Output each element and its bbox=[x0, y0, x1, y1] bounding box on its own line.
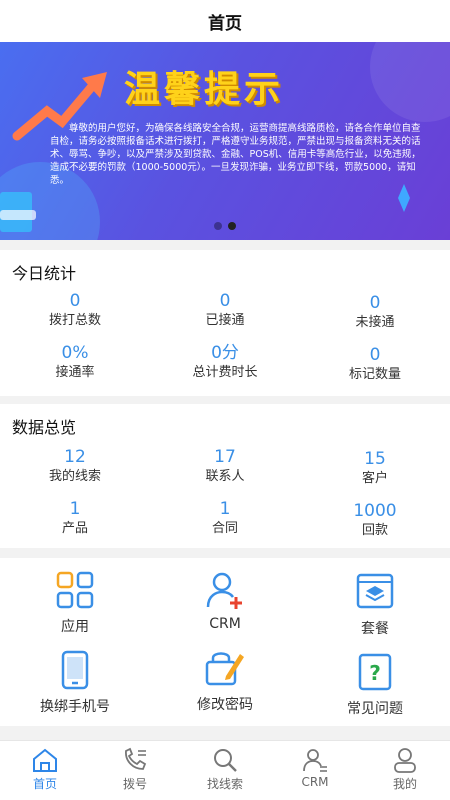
grid-item-apps[interactable]: 应用 bbox=[0, 570, 150, 636]
profile-icon bbox=[394, 748, 416, 773]
banner-pagination[interactable] bbox=[214, 222, 236, 230]
search-icon bbox=[214, 749, 237, 772]
stat-contacts[interactable]: 17 联系人 bbox=[150, 446, 300, 486]
rocket-icon bbox=[398, 184, 410, 212]
coin-stack-icon bbox=[0, 192, 36, 232]
stat-label: 已接通 bbox=[205, 313, 245, 328]
grid-label: 套餐 bbox=[361, 621, 389, 637]
tab-label: CRM bbox=[301, 775, 329, 789]
stat-label: 合同 bbox=[211, 521, 238, 536]
stat-not-connected[interactable]: 0 未接通 bbox=[300, 292, 450, 332]
stat-value: 15 bbox=[364, 449, 386, 469]
tab-label: 找线索 bbox=[206, 777, 243, 791]
stat-billing-duration[interactable]: 0分 总计费时长 bbox=[150, 342, 300, 382]
grid-label: 常见问题 bbox=[347, 701, 403, 717]
banner-notice-text: 尊敬的用户您好，为确保各线路安全合规，运营商提高线路质检，请各合作单位自查自检，… bbox=[50, 123, 421, 186]
stat-contracts[interactable]: 1 合同 bbox=[150, 498, 300, 538]
help-icon: ? bbox=[358, 653, 392, 691]
function-grid: 应用 CRM 套餐 换绑手机号 修改密码 ? 常见问题 bbox=[0, 558, 450, 726]
stat-connect-rate[interactable]: 0% 接通率 bbox=[0, 342, 150, 382]
stat-payments[interactable]: 1000 回款 bbox=[300, 500, 450, 540]
tab-label: 首页 bbox=[32, 777, 57, 791]
grid-label: 换绑手机号 bbox=[40, 699, 110, 715]
tab-crm[interactable]: CRM bbox=[270, 747, 360, 789]
edit-lock-icon bbox=[205, 652, 244, 686]
stat-label: 产品 bbox=[61, 521, 88, 536]
stat-value: 12 bbox=[64, 447, 86, 467]
grid-item-crm[interactable]: CRM bbox=[150, 570, 300, 632]
stat-value: 0 bbox=[69, 291, 81, 311]
stat-label: 未接通 bbox=[355, 315, 395, 330]
stat-products[interactable]: 1 产品 bbox=[0, 498, 150, 538]
package-icon bbox=[356, 573, 394, 609]
stat-value: 0 bbox=[219, 291, 231, 311]
stat-label: 我的线索 bbox=[48, 469, 101, 484]
stat-value: 0% bbox=[61, 343, 89, 363]
page-title: 首页 bbox=[208, 13, 242, 34]
apps-icon bbox=[56, 571, 94, 609]
svg-text:?: ? bbox=[369, 661, 381, 685]
section-title: 数据总览 bbox=[12, 418, 77, 437]
contacts-icon bbox=[303, 749, 327, 772]
stat-label: 回款 bbox=[361, 523, 388, 538]
stat-value: 17 bbox=[214, 447, 236, 467]
stat-value: 0分 bbox=[211, 343, 239, 363]
data-overview-section: 数据总览 12 我的线索 17 联系人 15 客户 1 产品 1 合同 1000… bbox=[0, 404, 450, 548]
today-stats-section: 今日统计 0 拨打总数 0 已接通 0 未接通 0% 接通率 0分 总计费时长 … bbox=[0, 250, 450, 396]
grid-item-package[interactable]: 套餐 bbox=[300, 572, 450, 638]
section-title: 今日统计 bbox=[12, 264, 77, 283]
stat-label: 总计费时长 bbox=[192, 365, 258, 380]
grid-item-change-password[interactable]: 修改密码 bbox=[150, 648, 300, 714]
grid-item-faq[interactable]: ? 常见问题 bbox=[300, 652, 450, 718]
grid-item-rebind-phone[interactable]: 换绑手机号 bbox=[0, 650, 150, 716]
tab-find-leads[interactable]: 找线索 bbox=[180, 747, 270, 792]
banner-decoration bbox=[370, 42, 450, 122]
tab-home[interactable]: 首页 bbox=[0, 747, 90, 792]
banner-dot[interactable] bbox=[214, 222, 222, 230]
phone-icon bbox=[61, 650, 89, 690]
stat-value: 0 bbox=[369, 293, 381, 313]
bottom-tab-bar: 首页 拨号 找线索 CRM 我的 bbox=[0, 740, 450, 800]
tab-label: 我的 bbox=[392, 777, 417, 791]
add-user-icon bbox=[206, 572, 242, 609]
stat-dial-total[interactable]: 0 拨打总数 bbox=[0, 290, 150, 330]
stat-label: 客户 bbox=[361, 471, 388, 486]
stat-value: 0 bbox=[369, 345, 381, 365]
stat-value: 1 bbox=[219, 499, 231, 519]
stat-label: 接通率 bbox=[55, 365, 95, 380]
tab-mine[interactable]: 我的 bbox=[360, 747, 450, 792]
stat-value: 1 bbox=[69, 499, 81, 519]
stat-value: 1000 bbox=[353, 501, 397, 521]
top-header: 首页 bbox=[0, 0, 450, 42]
grid-label: 修改密码 bbox=[197, 697, 253, 713]
grid-label: CRM bbox=[209, 616, 241, 632]
stat-connected[interactable]: 0 已接通 bbox=[150, 290, 300, 330]
stat-label: 标记数量 bbox=[348, 367, 401, 382]
banner-dot-active[interactable] bbox=[228, 222, 236, 230]
stat-marked-count[interactable]: 0 标记数量 bbox=[300, 344, 450, 384]
stat-my-leads[interactable]: 12 我的线索 bbox=[0, 446, 150, 486]
tab-label: 拨号 bbox=[122, 777, 147, 791]
stat-customers[interactable]: 15 客户 bbox=[300, 448, 450, 488]
dial-icon bbox=[125, 747, 147, 770]
stat-label: 联系人 bbox=[205, 469, 245, 484]
banner-title: 温馨提示 bbox=[124, 69, 285, 110]
tab-dial[interactable]: 拨号 bbox=[90, 747, 180, 792]
stat-label: 拨打总数 bbox=[48, 313, 101, 328]
notice-banner[interactable]: 温馨提示 尊敬的用户您好，为确保各线路安全合规，运营商提高线路质检，请各合作单位… bbox=[0, 42, 450, 240]
home-icon bbox=[33, 748, 57, 772]
grid-label: 应用 bbox=[61, 619, 89, 635]
